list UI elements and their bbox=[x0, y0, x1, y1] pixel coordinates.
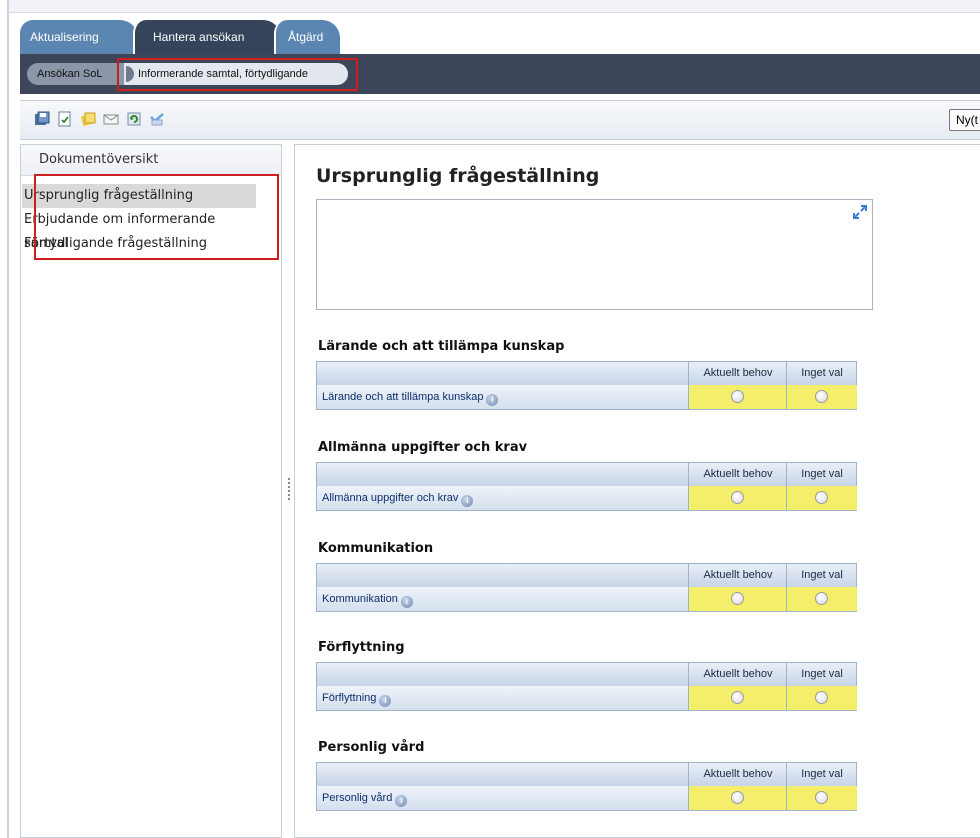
info-icon[interactable]: i bbox=[486, 394, 499, 406]
cell-inget-val bbox=[786, 587, 857, 611]
window-edge bbox=[7, 0, 9, 838]
refresh-icon[interactable] bbox=[126, 111, 142, 127]
table-row: Allmänna uppgifter och krav i bbox=[317, 486, 857, 510]
radio-inget-val[interactable] bbox=[815, 592, 828, 605]
save-icon[interactable] bbox=[34, 111, 50, 127]
radio-inget-val[interactable] bbox=[815, 691, 828, 704]
cell-aktuellt-behov bbox=[688, 587, 787, 611]
panel-splitter-handle[interactable] bbox=[288, 478, 291, 504]
assessment-grid: Aktuellt behov Inget val Allmänna uppgif… bbox=[316, 462, 857, 511]
radio-aktuellt-behov[interactable] bbox=[731, 691, 744, 704]
approve-icon[interactable] bbox=[149, 111, 165, 127]
radio-aktuellt-behov[interactable] bbox=[731, 390, 744, 403]
info-icon[interactable]: i bbox=[461, 495, 474, 507]
top-band bbox=[9, 0, 980, 13]
column-header-aktuellt-behov: Aktuellt behov bbox=[688, 463, 787, 486]
radio-aktuellt-behov[interactable] bbox=[731, 791, 744, 804]
column-header-aktuellt-behov: Aktuellt behov bbox=[688, 763, 787, 786]
tab-hantera-ansokan[interactable]: Hantera ansökan bbox=[133, 20, 281, 54]
cell-inget-val bbox=[786, 486, 857, 510]
assessment-grid: Aktuellt behov Inget val Förflyttning i bbox=[316, 662, 857, 711]
expand-icon[interactable] bbox=[852, 204, 868, 220]
grid-header: Aktuellt behov Inget val bbox=[317, 663, 856, 687]
highlight-box-nav bbox=[34, 174, 279, 260]
cell-inget-val bbox=[786, 686, 857, 710]
row-label: Förflyttning i bbox=[322, 686, 392, 710]
radio-aktuellt-behov[interactable] bbox=[731, 491, 744, 504]
section-title: Allmänna uppgifter och krav bbox=[318, 440, 528, 455]
row-label: Personlig vård i bbox=[322, 786, 408, 810]
info-icon[interactable]: i bbox=[395, 795, 408, 807]
section-title: Förflyttning bbox=[318, 640, 405, 655]
table-row: Förflyttning i bbox=[317, 686, 857, 710]
radio-aktuellt-behov[interactable] bbox=[731, 592, 744, 605]
question-text-field[interactable] bbox=[316, 199, 873, 310]
notes-icon[interactable] bbox=[80, 111, 96, 127]
info-icon[interactable]: i bbox=[379, 695, 392, 707]
grid-header: Aktuellt behov Inget val bbox=[317, 463, 856, 487]
cell-inget-val bbox=[786, 786, 857, 810]
column-header-inget-val: Inget val bbox=[786, 362, 857, 385]
cell-aktuellt-behov bbox=[688, 486, 787, 510]
cell-aktuellt-behov bbox=[688, 786, 787, 810]
toolbar: Ny(t bbox=[20, 100, 980, 140]
radio-inget-val[interactable] bbox=[815, 791, 828, 804]
column-header-aktuellt-behov: Aktuellt behov bbox=[688, 564, 787, 587]
grid-header: Aktuellt behov Inget val bbox=[317, 564, 856, 588]
radio-inget-val[interactable] bbox=[815, 390, 828, 403]
grid-header: Aktuellt behov Inget val bbox=[317, 763, 856, 787]
table-row: Lärande och att tillämpa kunskap i bbox=[317, 385, 857, 409]
radio-inget-val[interactable] bbox=[815, 491, 828, 504]
column-header-inget-val: Inget val bbox=[786, 663, 857, 686]
document-overview-title: Dokumentöversikt bbox=[21, 145, 281, 176]
table-row: Kommunikation i bbox=[317, 587, 857, 611]
grid-header: Aktuellt behov Inget val bbox=[317, 362, 856, 386]
tab-atgard[interactable]: Åtgärd bbox=[274, 20, 340, 54]
info-icon[interactable]: i bbox=[400, 596, 413, 608]
section-title: Lärande och att tillämpa kunskap bbox=[318, 339, 565, 354]
assessment-grid: Aktuellt behov Inget val Lärande och att… bbox=[316, 361, 857, 410]
section-title: Kommunikation bbox=[318, 541, 434, 556]
highlight-box-subtab bbox=[117, 58, 358, 91]
subtab-ansokan-sol[interactable]: Ansökan SoL bbox=[27, 63, 125, 85]
tab-aktualisering[interactable]: Aktualisering bbox=[20, 20, 138, 54]
checklist-icon[interactable] bbox=[57, 111, 73, 127]
assessment-grid: Aktuellt behov Inget val Kommunikation i bbox=[316, 563, 857, 612]
column-header-inget-val: Inget val bbox=[786, 763, 857, 786]
cell-inget-val bbox=[786, 385, 857, 409]
column-header-aktuellt-behov: Aktuellt behov bbox=[688, 663, 787, 686]
page-title: Ursprunglig frågeställning bbox=[316, 165, 600, 187]
column-header-inget-val: Inget val bbox=[786, 463, 857, 486]
column-header-inget-val: Inget val bbox=[786, 564, 857, 587]
cell-aktuellt-behov bbox=[688, 686, 787, 710]
section-title: Personlig vård bbox=[318, 740, 425, 755]
row-label: Kommunikation i bbox=[322, 587, 413, 611]
row-label: Allmänna uppgifter och krav i bbox=[322, 486, 474, 510]
mail-icon[interactable] bbox=[103, 111, 119, 127]
cell-aktuellt-behov bbox=[688, 385, 787, 409]
table-row: Personlig vård i bbox=[317, 786, 857, 810]
column-header-aktuellt-behov: Aktuellt behov bbox=[688, 362, 787, 385]
new-button[interactable]: Ny(t bbox=[949, 109, 980, 131]
assessment-grid: Aktuellt behov Inget val Personlig vård i bbox=[316, 762, 857, 811]
row-label: Lärande och att tillämpa kunskap i bbox=[322, 385, 499, 409]
